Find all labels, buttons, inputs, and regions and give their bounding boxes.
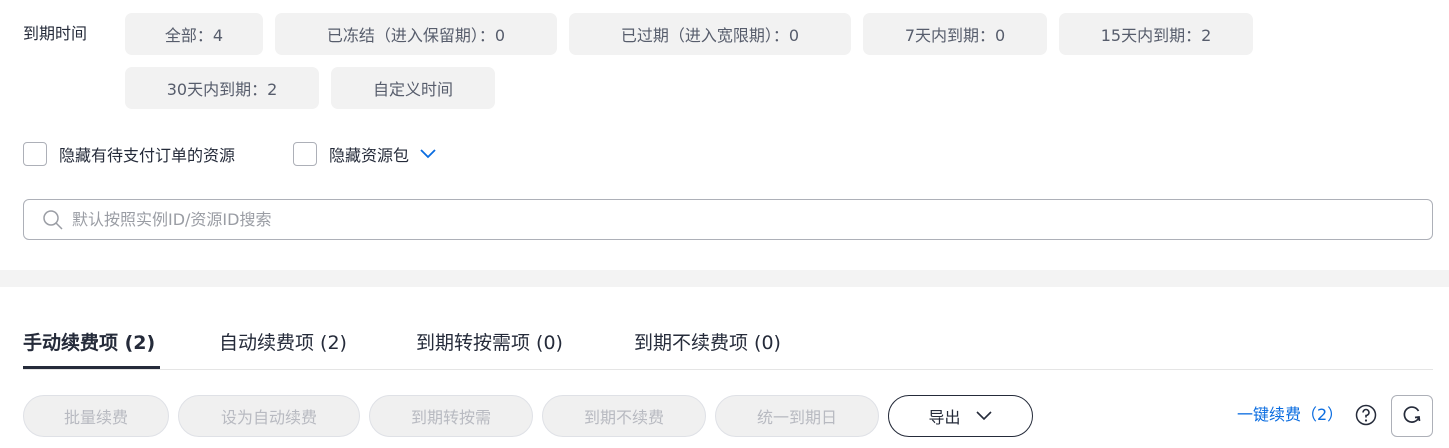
search-icon xyxy=(42,209,64,231)
expiry-time-label: 到期时间 xyxy=(23,24,88,43)
hide-packages-checkbox[interactable]: 隐藏资源包 xyxy=(293,142,437,166)
active-tab-indicator xyxy=(23,366,160,369)
batch-renew-button[interactable]: 批量续费 xyxy=(23,395,169,437)
chip-custom-time[interactable]: 自定义时间 xyxy=(331,67,495,109)
hide-pending-checkbox[interactable]: 隐藏有待支付订单的资源 xyxy=(23,142,235,166)
no-renew-button[interactable]: 到期不续费 xyxy=(542,395,706,437)
tabs-divider xyxy=(23,369,1433,370)
set-auto-renew-button[interactable]: 设为自动续费 xyxy=(178,395,360,437)
search-input[interactable] xyxy=(72,210,1372,229)
checkbox-box[interactable] xyxy=(23,142,47,166)
help-icon[interactable] xyxy=(1355,404,1377,426)
chip-30-days[interactable]: 30天内到期：2 xyxy=(125,67,319,109)
chip-7-days[interactable]: 7天内到期：0 xyxy=(863,13,1047,55)
one-click-renew-link[interactable]: 一键续费（2） xyxy=(1237,403,1343,427)
section-divider xyxy=(0,270,1449,287)
refresh-button[interactable] xyxy=(1391,395,1433,437)
hide-packages-label: 隐藏资源包 xyxy=(329,146,410,165)
export-label: 导出 xyxy=(928,408,961,427)
export-button[interactable]: 导出 xyxy=(888,395,1033,437)
tab-auto-renewal[interactable]: 自动续费项 (2) xyxy=(219,330,347,370)
chip-frozen[interactable]: 已冻结（进入保留期）：0 xyxy=(275,13,557,55)
unify-expiry-button[interactable]: 统一到期日 xyxy=(715,395,879,437)
chevron-down-icon xyxy=(975,407,993,425)
chip-all[interactable]: 全部：4 xyxy=(125,13,263,55)
to-on-demand-button[interactable]: 到期转按需 xyxy=(369,395,533,437)
chip-expired[interactable]: 已过期（进入宽限期）：0 xyxy=(569,13,851,55)
tab-no-renewal[interactable]: 到期不续费项 (0) xyxy=(634,330,781,370)
search-box[interactable] xyxy=(23,199,1433,240)
tab-to-on-demand[interactable]: 到期转按需项 (0) xyxy=(416,330,563,370)
checkbox-box[interactable] xyxy=(293,142,317,166)
refresh-icon xyxy=(1401,403,1423,429)
chevron-down-icon[interactable] xyxy=(419,145,437,163)
tab-manual-renewal[interactable]: 手动续费项 (2) xyxy=(23,330,155,370)
chip-15-days[interactable]: 15天内到期：2 xyxy=(1059,13,1253,55)
hide-pending-label: 隐藏有待支付订单的资源 xyxy=(59,146,236,165)
